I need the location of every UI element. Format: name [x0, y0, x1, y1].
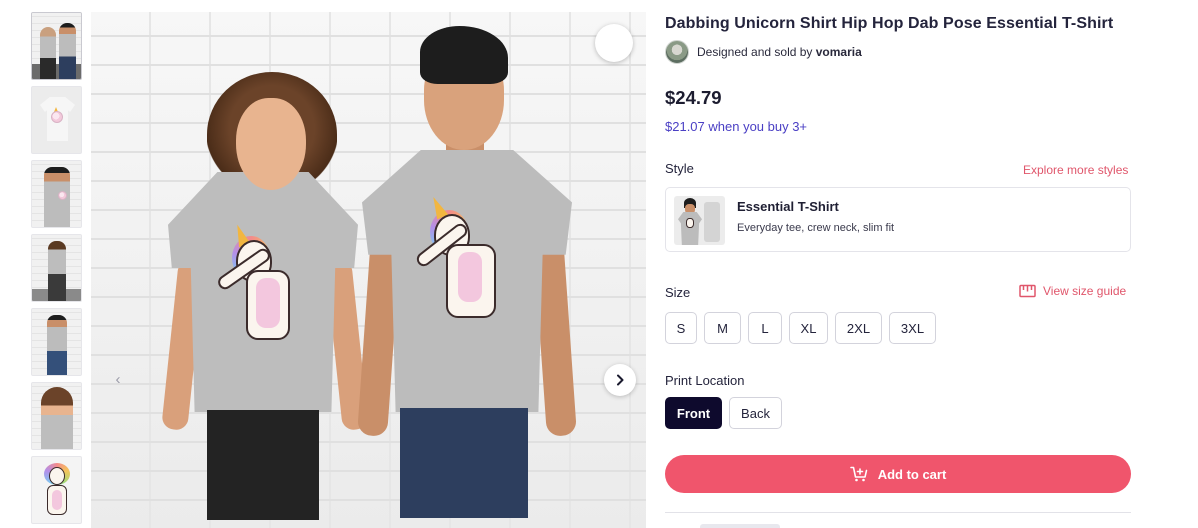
size-label: Size [665, 285, 691, 300]
product-title: Dabbing Unicorn Shirt Hip Hop Dab Pose E… [665, 15, 1114, 32]
style-label: Style [665, 161, 694, 176]
size-options: S M L XL 2XL 3XL [665, 312, 943, 344]
designed-by-text: Designed and sold by vomaria [697, 45, 862, 59]
thumbnail-7[interactable] [31, 456, 82, 524]
print-location-front[interactable]: Front [665, 397, 722, 429]
thumbnail-2[interactable] [31, 86, 82, 154]
ruler-icon [1019, 284, 1036, 298]
size-guide-label: View size guide [1043, 284, 1127, 298]
price: $24.79 [665, 87, 722, 108]
avatar[interactable] [665, 40, 689, 64]
thumbnail-3[interactable] [31, 160, 82, 228]
artist-row: Designed and sold by vomaria [665, 40, 862, 64]
thumbnail-4[interactable] [31, 234, 82, 302]
print-location-label: Print Location [665, 373, 745, 388]
next-image-button[interactable] [604, 364, 636, 396]
size-option-3xl[interactable]: 3XL [889, 312, 936, 344]
size-option-xl[interactable]: XL [789, 312, 828, 344]
thumbnail-list [31, 12, 82, 528]
thumbnail-5[interactable] [31, 308, 82, 376]
size-guide-link[interactable]: View size guide [1019, 284, 1126, 298]
chevron-left-icon: ‹ [115, 371, 121, 388]
style-description: Everyday tee, crew neck, slim fit [737, 222, 895, 234]
style-thumbnail [674, 196, 725, 245]
designed-by-label: Designed and sold by [697, 45, 816, 59]
size-option-m[interactable]: M [704, 312, 741, 344]
size-option-l[interactable]: L [748, 312, 782, 344]
thumbnail-1[interactable] [31, 12, 82, 80]
size-option-2xl[interactable]: 2XL [835, 312, 882, 344]
explore-styles-link[interactable]: Explore more styles [1023, 163, 1128, 177]
thumbnail-6[interactable] [31, 382, 82, 450]
artist-link[interactable]: vomaria [816, 45, 862, 59]
cart-add-icon [849, 466, 867, 482]
product-image[interactable] [91, 12, 646, 528]
add-to-cart-label: Add to cart [877, 466, 947, 482]
next-section-peek [700, 524, 780, 528]
style-selector[interactable]: Essential T-Shirt Everyday tee, crew nec… [665, 187, 1131, 252]
prev-image-button[interactable]: ‹ [108, 370, 128, 390]
size-option-s[interactable]: S [665, 312, 697, 344]
print-location-options: Front Back [665, 397, 789, 429]
style-name: Essential T-Shirt [737, 199, 839, 214]
add-to-cart-button[interactable]: Add to cart [665, 455, 1131, 493]
print-location-back[interactable]: Back [729, 397, 782, 429]
chevron-right-icon [617, 374, 624, 386]
bulk-price: $21.07 when you buy 3+ [665, 119, 808, 134]
divider [665, 512, 1131, 513]
favorite-button[interactable] [595, 24, 633, 62]
